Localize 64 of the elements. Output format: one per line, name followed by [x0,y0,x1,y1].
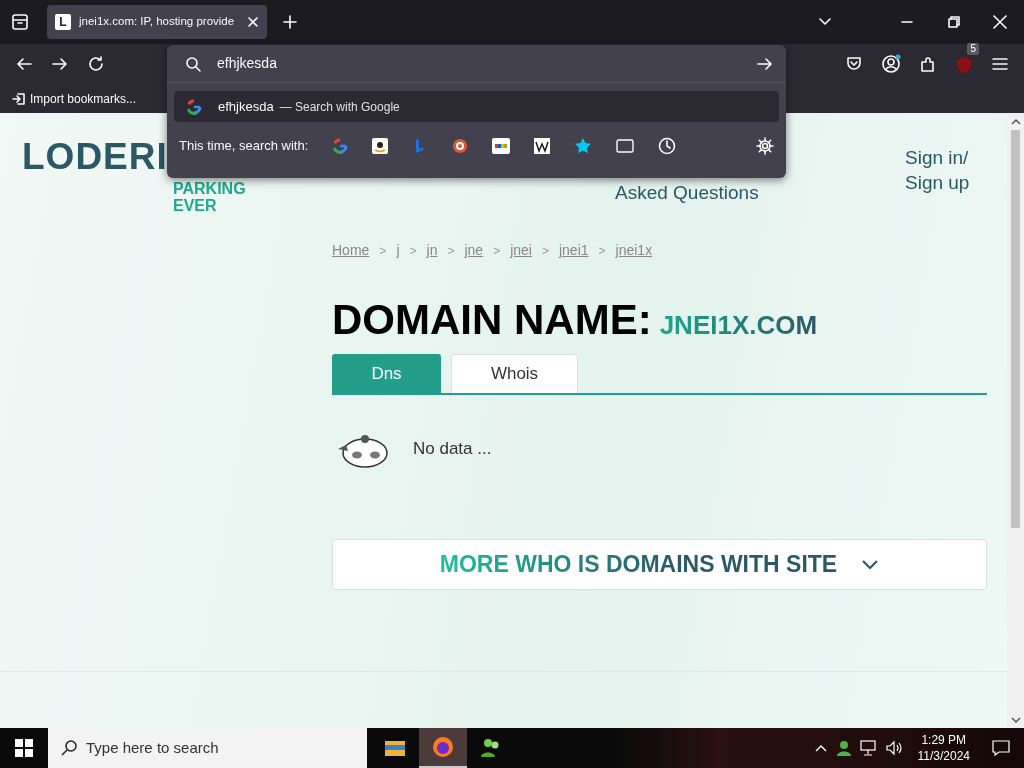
caret-up-icon[interactable] [813,743,828,753]
tab-list-icon[interactable] [10,12,30,32]
favicon: L [55,14,71,30]
tab-title: jnei1x.com: IP, hosting provide [79,14,236,30]
extension-badge: 5 [967,43,979,55]
forward-icon [51,55,69,73]
scroll-up-icon[interactable] [1010,117,1021,127]
logo[interactable]: LODERI [22,138,168,175]
breadcrumb-separator: > [409,242,417,260]
tab[interactable]: Whois [451,354,578,393]
menu-icon[interactable] [991,55,1009,73]
tagline: EVER [173,197,217,214]
breadcrumb-separator: > [541,242,549,260]
back-icon[interactable] [15,55,33,73]
search-icon [185,55,201,72]
breadcrumb-separator: > [598,242,606,260]
breadcrumb-separator: > [493,242,501,260]
close-icon[interactable] [993,15,1007,29]
more-domains-button[interactable]: MORE WHO IS DOMAINS WITH SITE [332,539,987,590]
g-logo-icon [186,98,202,115]
page-heading: DOMAIN NAME: [332,299,652,341]
search-with-label: This time, search with: [179,137,309,155]
taskbar-search-field[interactable]: Type here to search [48,728,367,768]
tab-icon[interactable] [616,138,635,153]
address-field[interactable]: efhjkesda [215,52,757,75]
tile-icon[interactable] [492,137,511,154]
nav-link[interactable]: Asked Questions [615,179,759,208]
go-arrow-icon[interactable] [757,55,773,72]
sign-link[interactable]: Sign in/ [905,145,969,170]
breadcrumb-separator: > [379,242,387,260]
sign-link[interactable]: Sign up [905,170,970,195]
tagline: PARKING [173,180,246,197]
close-icon[interactable] [247,16,259,28]
circle-icon[interactable] [452,137,469,154]
smile-icon[interactable] [372,137,389,154]
breadcrumb-separator: > [447,242,455,260]
g-logo-icon[interactable] [332,137,349,154]
notification-icon[interactable] [992,739,1010,757]
scrollbar-thumb[interactable] [1011,130,1020,528]
empty-message: No data ... [413,438,492,461]
puzzle-icon[interactable] [919,55,937,73]
browser-icon[interactable] [431,735,455,759]
person-icon[interactable] [835,740,852,756]
speaker-icon[interactable] [885,740,904,756]
import-icon [12,91,26,106]
restore-icon[interactable] [948,16,960,28]
chevron-down-icon [861,558,880,571]
browser-tab[interactable]: L jnei1x.com: IP, hosting provide [47,5,267,39]
search-icon [60,739,78,757]
plus-icon[interactable] [283,15,297,29]
suggestion-row[interactable]: efhjkesda — Search with Google [174,91,779,122]
page-icon[interactable] [534,137,551,154]
clock-time[interactable]: 1:29 PM [921,732,967,748]
windows-icon[interactable] [15,739,33,757]
account-icon[interactable] [881,54,901,74]
history-icon[interactable] [658,136,677,155]
reload-icon[interactable] [87,55,105,73]
scroll-down-icon[interactable] [1010,715,1021,725]
star-icon[interactable] [574,136,593,155]
bookmark-item[interactable]: Import bookmarks... [12,89,137,108]
settings-icon[interactable] [756,136,774,155]
clock-date[interactable]: 11/3/2024 [917,748,970,764]
network-icon[interactable] [859,740,878,756]
pocket-icon[interactable] [845,55,863,73]
